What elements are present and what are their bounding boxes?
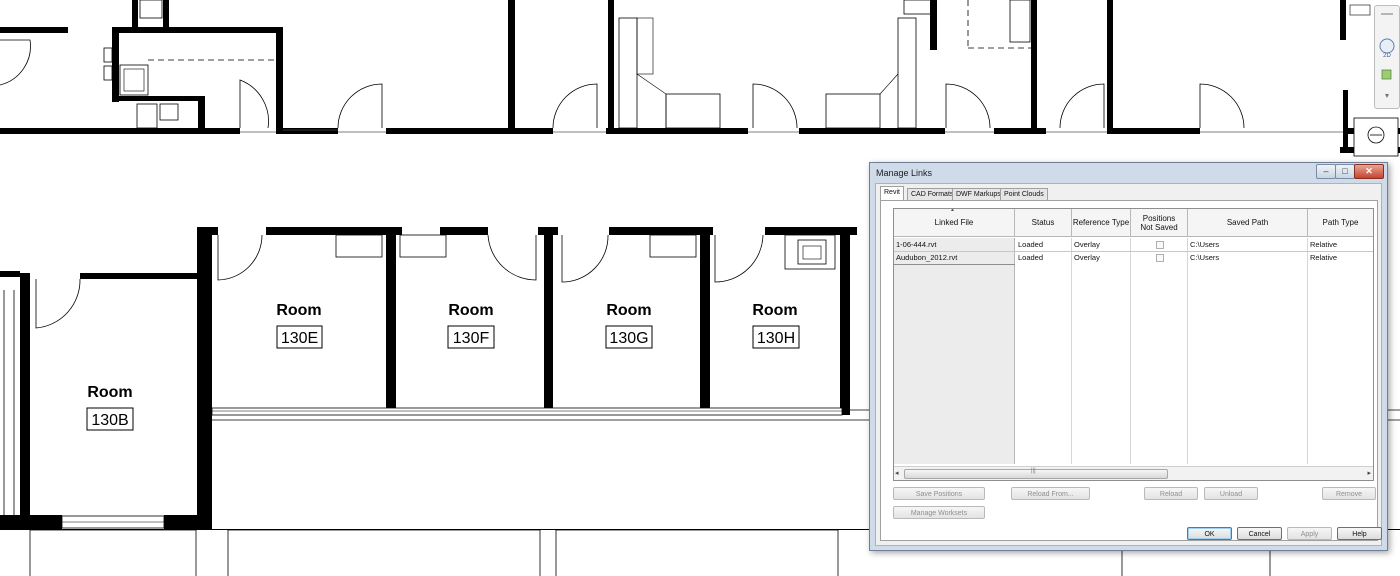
unload-button[interactable]: Unload	[1204, 487, 1258, 500]
scroll-left-icon[interactable]: ◂	[895, 467, 899, 480]
saved-path-cell: C:\Users	[1190, 240, 1220, 249]
reference-type-cell: Overlay	[1074, 253, 1100, 262]
column-header-positions-not-saved[interactable]: Positions Not Saved	[1131, 209, 1188, 237]
room-name: Room	[448, 302, 493, 319]
dialog-body: Revit CAD Formats DWF Markups Point Clou…	[875, 183, 1382, 546]
cancel-button[interactable]: Cancel	[1237, 527, 1282, 540]
revit-links-panel: Linked File ▲ Status Reference Type Posi…	[880, 200, 1378, 541]
linked-file-cell: 1-06-444.rvt	[896, 240, 937, 249]
scroll-grip-icon: |||	[1031, 468, 1036, 474]
room-tag-130e[interactable]: Room 130E	[276, 302, 323, 349]
help-button[interactable]: Help	[1337, 527, 1382, 540]
room-number: 130G	[609, 330, 648, 347]
maximize-button[interactable]: □	[1335, 164, 1355, 179]
column-header-path-type[interactable]: Path Type	[1308, 209, 1373, 237]
scroll-right-icon[interactable]: ▸	[1367, 467, 1371, 480]
reload-from-button[interactable]: Reload From...	[1011, 487, 1090, 500]
reload-button[interactable]: Reload	[1144, 487, 1198, 500]
room-number: 130H	[757, 330, 795, 347]
top-corridor-walls	[0, 0, 1400, 153]
positions-not-saved-checkbox[interactable]	[1156, 254, 1164, 262]
column-header-saved-path[interactable]: Saved Path	[1188, 209, 1308, 237]
close-button[interactable]: ✕	[1354, 164, 1384, 179]
horizontal-scrollbar[interactable]: ◂ ||| ▸	[894, 466, 1373, 480]
room-name: Room	[276, 302, 321, 319]
status-cell: Loaded	[1018, 253, 1044, 262]
manage-links-dialog: Manage Links – □ ✕ Revit CAD Formats DWF…	[869, 162, 1388, 551]
positions-not-saved-checkbox[interactable]	[1156, 241, 1164, 249]
minimize-button[interactable]: –	[1316, 164, 1336, 179]
room-number: 130F	[453, 330, 490, 347]
save-positions-button[interactable]: Save Positions	[893, 487, 985, 500]
room-number: 130E	[281, 330, 318, 347]
path-type-cell: Relative	[1310, 253, 1338, 262]
path-type-cell: Relative	[1310, 240, 1338, 249]
links-table[interactable]: Linked File ▲ Status Reference Type Posi…	[893, 208, 1374, 481]
view-cube-icon[interactable]	[1353, 117, 1399, 157]
manage-worksets-button[interactable]: Manage Worksets	[893, 506, 985, 519]
sort-arrow-icon: ▲	[950, 208, 955, 213]
room-tag-130g[interactable]: Room 130G	[605, 302, 653, 349]
column-header-reference-type[interactable]: Reference Type	[1072, 209, 1131, 237]
room-tag-130h[interactable]: Room 130H	[752, 302, 800, 349]
navigation-bar[interactable]: 2D	[1374, 5, 1400, 109]
ok-button[interactable]: OK	[1187, 527, 1232, 540]
scroll-thumb[interactable]: |||	[904, 468, 1168, 479]
navbar-2d-label: 2D	[1383, 53, 1391, 59]
column-header-linked-file[interactable]: Linked File	[894, 209, 1015, 237]
room-number: 130B	[91, 412, 128, 429]
room-name: Room	[606, 302, 651, 319]
linked-file-cell: Audubon_2012.rvt	[896, 253, 958, 262]
room-tag-130b[interactable]: Room 130B	[86, 384, 134, 431]
column-header-status[interactable]: Status	[1015, 209, 1072, 237]
saved-path-cell: C:\Users	[1190, 253, 1220, 262]
remove-button[interactable]: Remove	[1322, 487, 1376, 500]
navigation-bar-icons: 2D	[1379, 13, 1395, 98]
room-name: Room	[87, 384, 132, 401]
room-name: Room	[752, 302, 797, 319]
reference-type-cell: Overlay	[1074, 240, 1100, 249]
status-cell: Loaded	[1018, 240, 1044, 249]
apply-button[interactable]: Apply	[1287, 527, 1332, 540]
column-header-label: Linked File	[934, 218, 974, 227]
tab-revit[interactable]: Revit	[880, 186, 904, 201]
room-tag-130f[interactable]: Room 130F	[447, 302, 495, 349]
dialog-title: Manage Links	[876, 168, 933, 178]
